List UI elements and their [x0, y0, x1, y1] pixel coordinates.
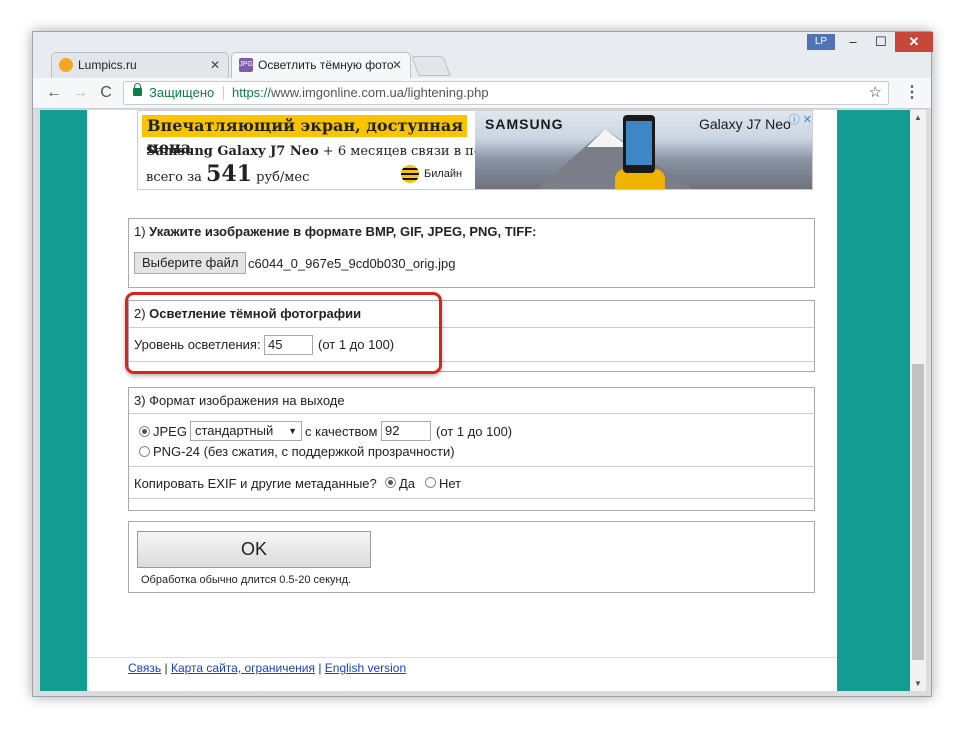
highlight-annotation [125, 292, 442, 374]
minimize-button[interactable]: – [839, 32, 867, 52]
quality-label: с качеством [305, 424, 378, 439]
browser-toolbar: ← → C Защищено https://www.imgonline.com… [33, 78, 931, 109]
exif-label: Копировать EXIF и другие метаданные? [134, 476, 377, 491]
exif-no-label: Нет [439, 476, 462, 491]
ad-price-prefix: всего за [146, 170, 207, 185]
jpg-favicon-icon: JPG [239, 58, 253, 72]
jpeg-radio[interactable] [139, 426, 150, 437]
ad-close-icon[interactable]: ⓘ ✕ [788, 111, 812, 126]
step3-format-section: 3) Формат изображения на выходе JPEG ста… [128, 387, 815, 511]
menu-dots-icon[interactable]: ⋮ [901, 82, 923, 104]
processing-note: Обработка обычно длится 0.5-20 секунд. [141, 574, 352, 586]
address-separator [223, 86, 224, 100]
step1-upload-section: 1) Укажите изображение в формате BMP, GI… [128, 218, 815, 288]
footer-divider [87, 657, 837, 658]
dropdown-arrow-icon: ▼ [288, 426, 297, 436]
step3-legend: 3) Формат изображения на выходе [134, 393, 345, 408]
jpeg-label: JPEG [153, 424, 187, 439]
page-content: Впечатляющий экран, доступная цена Samsu… [87, 110, 837, 691]
ad-image: SAMSUNG Galaxy J7 Neo ⓘ ✕ [475, 111, 812, 189]
quality-input[interactable]: 92 [381, 421, 431, 441]
page-viewport: Впечатляющий экран, доступная цена Samsu… [40, 110, 910, 691]
tab-lumpics[interactable]: Lumpics.ru ✕ [51, 52, 229, 78]
tab-imgonline[interactable]: JPG Осветлить тёмную фото ✕ [231, 52, 411, 78]
bookmark-star-icon[interactable]: ☆ [869, 82, 882, 104]
secure-label: Защищено [149, 85, 215, 100]
exif-yes-radio[interactable] [385, 477, 396, 488]
lumpics-favicon-icon [59, 58, 73, 72]
forward-arrow-icon[interactable]: → [69, 82, 91, 104]
ad-model-name: Galaxy J7 Neo [699, 116, 791, 132]
footer-links: Связь | Карта сайта, ограничения | Engli… [128, 661, 406, 675]
url-text[interactable]: https://www.imgonline.com.ua/lightening.… [232, 82, 489, 104]
divider [129, 498, 814, 499]
english-version-link[interactable]: English version [325, 661, 406, 675]
url-path: www.imgonline.com.ua/lightening.php [271, 85, 489, 100]
step1-title: Укажите изображение в формате BMP, GIF, … [149, 224, 537, 239]
close-window-button[interactable]: ✕ [895, 32, 933, 52]
url-scheme: https:// [232, 85, 272, 100]
ad-offer-text: Samsung Galaxy J7 Neo + 6 месяцев связи … [146, 144, 522, 159]
phone-graphic [623, 115, 655, 173]
close-tab-icon[interactable]: ✕ [392, 53, 402, 77]
png-label: PNG-24 (без сжатия, с поддержкой прозрач… [153, 444, 455, 459]
step1-legend: 1) Укажите изображение в формате BMP, GI… [134, 224, 537, 239]
png-radio[interactable] [139, 446, 150, 457]
footer-separator: | [314, 661, 325, 675]
profile-badge[interactable]: LP [807, 34, 835, 50]
lock-icon [133, 83, 142, 96]
address-bar[interactable]: Защищено https://www.imgonline.com.ua/li… [123, 81, 889, 105]
tab-label: Lumpics.ru [78, 58, 137, 72]
title-bar: LP – ☐ ✕ Lumpics.ru ✕ JPG Осветлить тёмн… [33, 32, 933, 78]
divider [129, 466, 814, 467]
maximize-button[interactable]: ☐ [867, 32, 895, 52]
phone-screen-graphic [626, 121, 652, 165]
beeline-logo-icon [401, 165, 419, 183]
scroll-down-icon[interactable]: ▼ [914, 679, 922, 688]
scroll-up-icon[interactable]: ▲ [914, 113, 922, 122]
jpeg-mode-value: стандартный [195, 423, 274, 438]
scrollbar-thumb[interactable] [912, 364, 924, 660]
contact-link[interactable]: Связь [128, 661, 161, 675]
submit-section: OK Обработка обычно длится 0.5-20 секунд… [128, 521, 815, 593]
reload-icon[interactable]: C [95, 82, 117, 104]
selected-file-name: c6044_0_967e5_9cd0b030_orig.jpg [248, 256, 456, 271]
step1-number: 1) [134, 224, 150, 239]
ad-price: всего за 541 руб/мес [146, 161, 309, 187]
back-arrow-icon[interactable]: ← [43, 82, 65, 104]
divider [129, 413, 814, 414]
footer-separator: | [161, 661, 171, 675]
sitemap-link[interactable]: Карта сайта, ограничения [171, 661, 315, 675]
ad-price-suffix: руб/мес [251, 170, 310, 185]
exif-yes-label: Да [399, 476, 416, 491]
jpeg-mode-select[interactable]: стандартный ▼ [190, 421, 302, 441]
ad-price-value: 541 [206, 161, 252, 187]
ok-button[interactable]: OK [137, 531, 371, 568]
choose-file-button[interactable]: Выберите файл [134, 252, 247, 274]
samsung-logo: SAMSUNG [485, 116, 564, 132]
tab-label: Осветлить тёмную фото [258, 58, 394, 72]
advertisement-banner[interactable]: Впечатляющий экран, доступная цена Samsu… [137, 110, 813, 190]
new-tab-button[interactable] [411, 56, 451, 76]
exif-no-radio[interactable] [425, 477, 436, 488]
operator-name: Билайн [424, 168, 463, 180]
quality-hint: (от 1 до 100) [436, 424, 513, 439]
vertical-scrollbar[interactable]: ▲ ▼ [910, 110, 926, 691]
close-tab-icon[interactable]: ✕ [210, 53, 220, 77]
ad-headline: Впечатляющий экран, доступная цена [142, 115, 467, 157]
ad-phone-name: Samsung Galaxy J7 Neo [146, 144, 319, 159]
